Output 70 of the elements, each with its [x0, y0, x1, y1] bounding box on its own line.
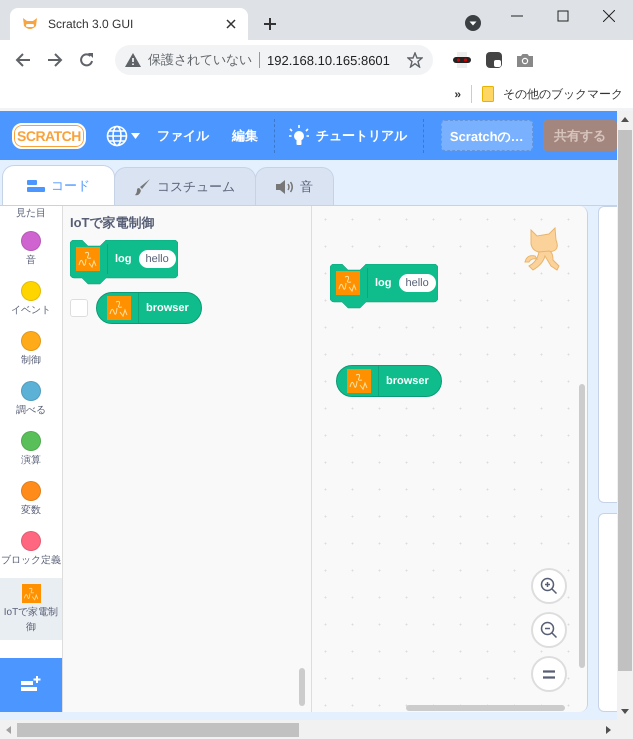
category-item[interactable]: ブロック定義	[0, 524, 62, 574]
category-item[interactable]: 調べる	[0, 374, 62, 424]
editor-tab[interactable]: コスチューム	[114, 167, 256, 205]
add-extension-icon	[21, 676, 41, 694]
maximize-icon[interactable]	[557, 10, 569, 22]
text-input[interactable]: hello	[398, 274, 436, 292]
zoom-out-button[interactable]	[531, 612, 567, 648]
add-extension-button[interactable]	[0, 658, 62, 712]
camera-icon[interactable]	[517, 53, 533, 67]
star-icon[interactable]	[407, 52, 423, 68]
warning-icon	[125, 53, 141, 67]
caret-icon	[130, 132, 140, 138]
text-input[interactable]: hello	[138, 250, 176, 268]
lightbulb-icon	[288, 124, 309, 146]
close-icon[interactable]	[603, 10, 615, 22]
extension-puzzle-icon[interactable]	[486, 52, 502, 68]
category-item[interactable]: 制御	[0, 324, 62, 374]
block-label: log	[115, 253, 132, 265]
extension-icon	[76, 247, 100, 271]
category-item[interactable]: 演算	[0, 424, 62, 474]
globe-icon	[106, 124, 128, 146]
address-bar[interactable]: 保護されていない 192.168.10.165:8601	[115, 45, 433, 75]
editor-tab[interactable]: 音	[255, 167, 334, 205]
scrollbar[interactable]	[299, 668, 305, 706]
close-icon[interactable]	[226, 19, 236, 29]
equals-icon	[543, 670, 555, 678]
category-item[interactable]: 変数	[0, 474, 62, 524]
bookmark-folder[interactable]: その他のブックマーク	[482, 86, 623, 102]
zoom-in-button[interactable]	[531, 568, 567, 604]
back-icon[interactable]	[15, 52, 31, 68]
command-block[interactable]: log hello	[70, 240, 178, 286]
scrollbar[interactable]	[0, 720, 633, 739]
extension-icon	[336, 271, 360, 295]
zoom-in-icon	[540, 577, 558, 595]
reload-icon[interactable]	[79, 52, 95, 68]
category-item[interactable]: 音	[0, 224, 62, 274]
url-text: 192.168.10.165:8601	[267, 52, 391, 68]
scroll-up-icon[interactable]	[621, 117, 629, 122]
speaker-icon	[276, 180, 294, 194]
category-heading: IoTで家電制御	[70, 214, 156, 232]
scroll-right-icon[interactable]	[606, 726, 611, 734]
zoom-reset-button[interactable]	[531, 656, 567, 692]
forward-icon[interactable]	[47, 52, 63, 68]
new-tab-icon[interactable]	[263, 17, 277, 31]
category-item[interactable]: IoTで家電制御	[0, 578, 62, 640]
bookmarks-overflow[interactable]: »	[454, 87, 461, 101]
dropdown-icon[interactable]	[465, 15, 481, 31]
category-item[interactable]: 見た目	[0, 206, 62, 224]
cat-face-icon	[22, 17, 38, 31]
block-label: log	[375, 277, 392, 289]
category-item[interactable]: イベント	[0, 274, 62, 324]
language-button[interactable]	[106, 124, 140, 146]
command-block[interactable]: log hello	[330, 264, 438, 310]
folder-icon	[482, 86, 494, 102]
extension-icon	[107, 296, 131, 320]
checkbox[interactable]	[70, 299, 88, 317]
zoom-out-icon	[540, 621, 558, 639]
scrollbar[interactable]	[406, 705, 565, 711]
browser-tab[interactable]: Scratch 3.0 GUI	[10, 8, 248, 40]
scrollbar[interactable]	[617, 111, 633, 720]
brush-icon	[135, 178, 151, 196]
extension-icon	[347, 369, 371, 393]
code-icon	[27, 180, 45, 192]
block-label: browser	[146, 302, 189, 314]
scrollbar[interactable]	[579, 384, 585, 668]
extension-icon	[22, 584, 40, 602]
block-label: browser	[386, 375, 429, 387]
scroll-down-icon[interactable]	[621, 709, 629, 714]
security-label: 保護されていない	[148, 51, 252, 69]
mask-icon[interactable]	[453, 52, 471, 68]
